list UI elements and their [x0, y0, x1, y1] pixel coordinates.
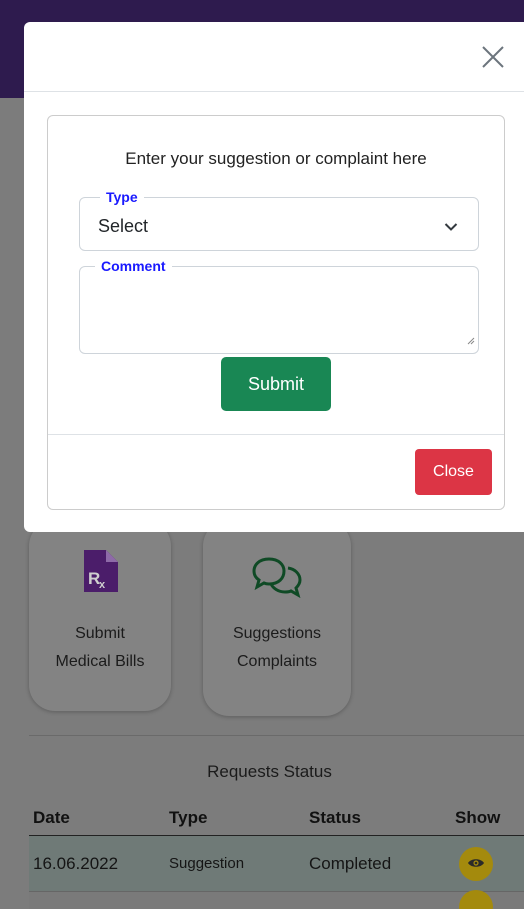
- tile-label-line2: Complaints: [236, 653, 318, 670]
- requests-table: Date Type Status Show 16.06.2022 Suggest…: [29, 800, 524, 909]
- column-header-show: Show: [455, 807, 501, 827]
- card-footer: Close: [48, 434, 504, 509]
- requests-status-title: Requests Status: [207, 762, 332, 781]
- column-header-type: Type: [169, 807, 208, 827]
- table-row[interactable]: 16.06.2022 Suggestion Completed: [29, 836, 524, 892]
- svg-text:x: x: [99, 579, 106, 591]
- type-select-value: Select: [98, 216, 149, 236]
- tile-label-line1: Submit: [75, 625, 125, 642]
- suggestions-complaints-tile[interactable]: Suggestions Complaints: [203, 520, 351, 716]
- suggestion-modal: Enter your suggestion or complaint here …: [24, 22, 524, 532]
- suggestion-form-card: Enter your suggestion or complaint here …: [47, 115, 505, 510]
- tile-label-line2: Medical Bills: [55, 653, 145, 670]
- type-legend: Type: [100, 189, 144, 205]
- prescription-file-icon: R x: [82, 550, 118, 602]
- table-header: Date Type Status Show: [29, 800, 524, 836]
- tile-label-line1: Suggestions: [232, 625, 322, 642]
- row-status: Completed: [309, 853, 392, 873]
- type-select[interactable]: Type Select: [79, 189, 479, 251]
- comment-textarea[interactable]: Comment: [79, 258, 479, 354]
- resize-handle-icon[interactable]: [467, 332, 475, 350]
- section-divider: [29, 735, 524, 736]
- column-header-status: Status: [309, 807, 361, 827]
- row-type: Suggestion: [169, 855, 245, 872]
- submit-button[interactable]: Submit: [221, 357, 331, 411]
- table-row[interactable]: [29, 889, 524, 909]
- form-title: Enter your suggestion or complaint here: [125, 149, 427, 168]
- close-button[interactable]: Close: [415, 449, 492, 495]
- show-button[interactable]: [459, 846, 493, 881]
- close-icon[interactable]: [480, 44, 506, 70]
- column-header-date: Date: [33, 807, 70, 827]
- eye-icon: [467, 854, 485, 874]
- row-date: 16.06.2022: [33, 853, 119, 873]
- chevron-down-icon: [444, 219, 458, 237]
- show-button[interactable]: [459, 889, 493, 909]
- modal-header: [24, 22, 524, 92]
- submit-medical-bills-tile[interactable]: R x Submit Medical Bills: [29, 520, 171, 711]
- chat-bubbles-icon: [251, 556, 303, 608]
- comment-legend: Comment: [95, 258, 172, 274]
